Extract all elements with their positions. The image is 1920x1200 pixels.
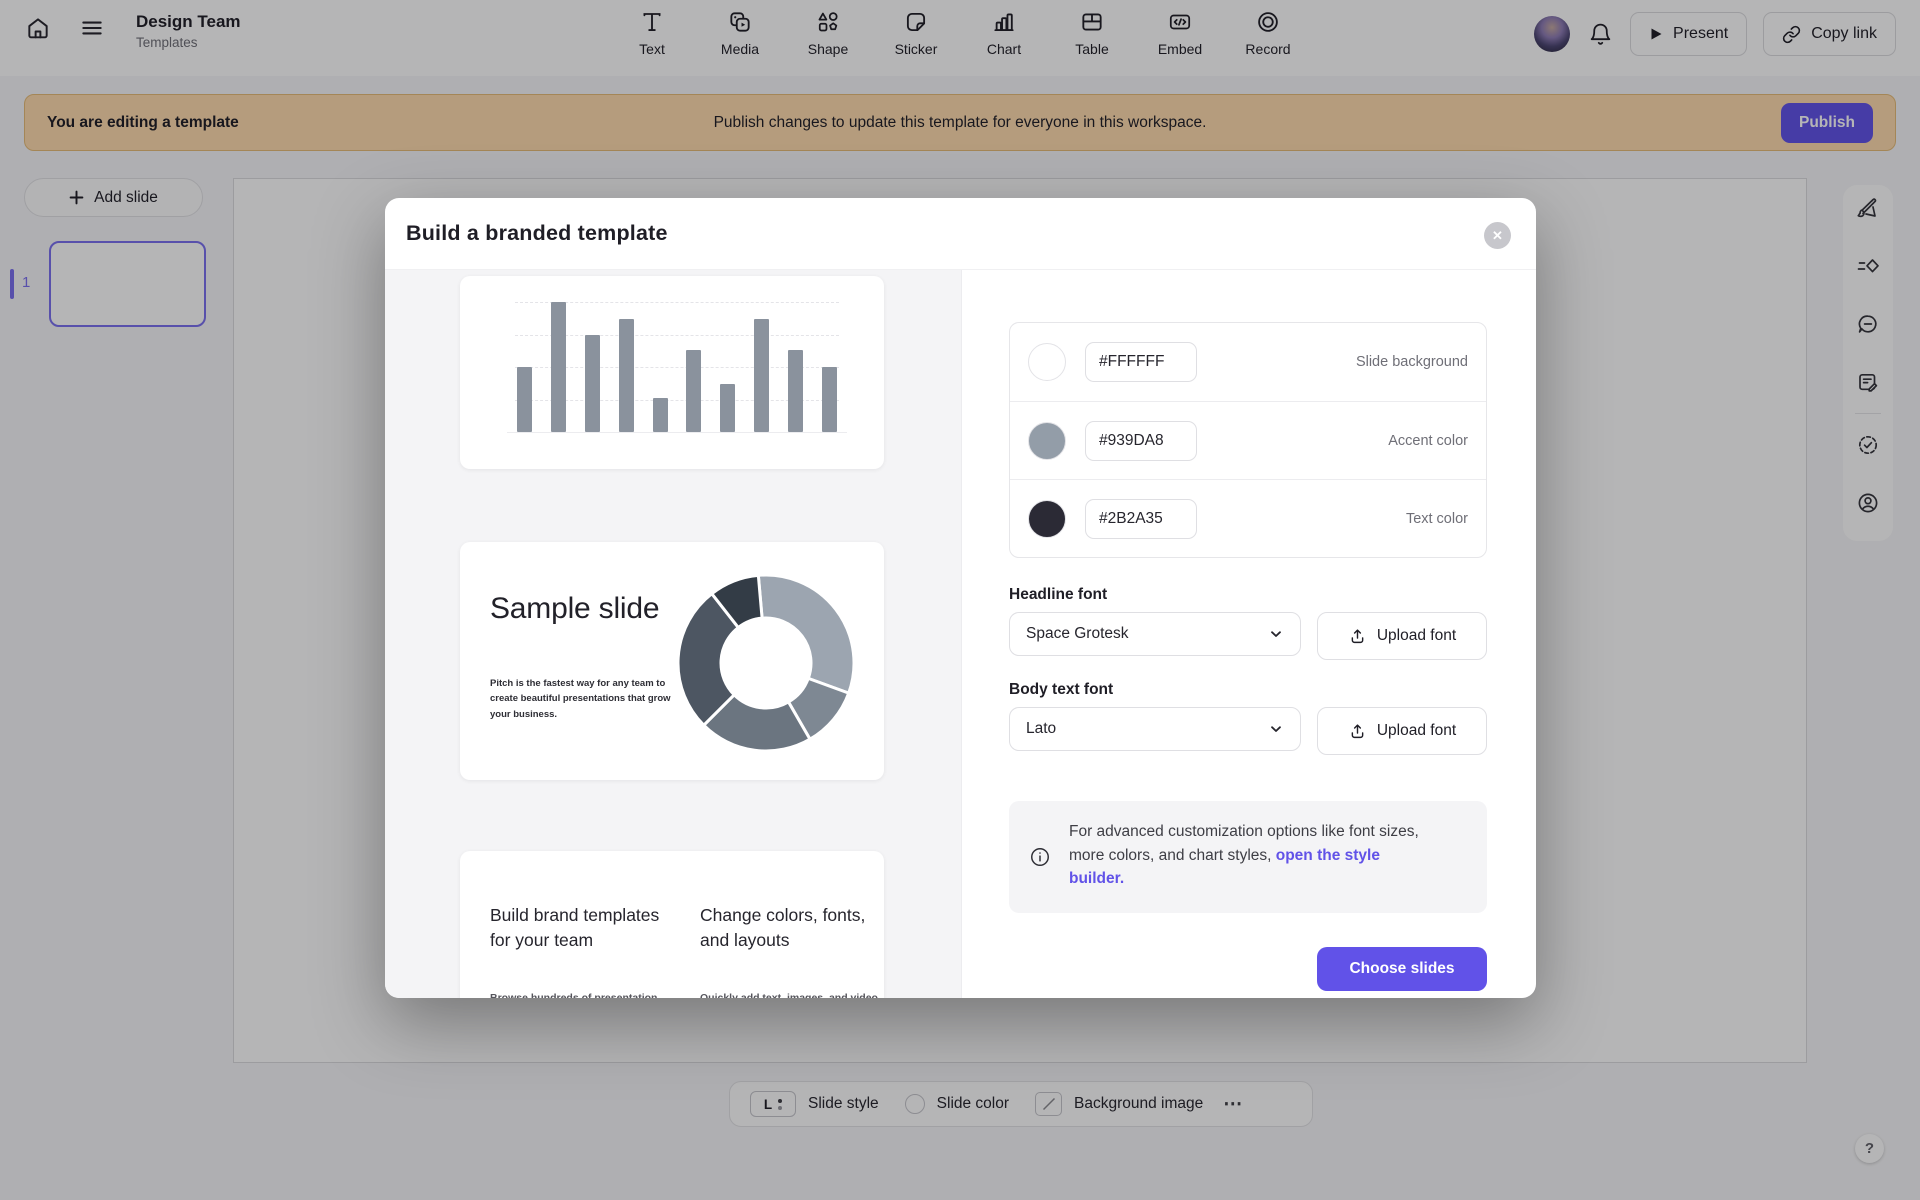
color-row-slide-background: Slide background [1010,323,1486,401]
upload-icon [1348,627,1367,646]
hex-input[interactable] [1085,342,1197,382]
info-icon [1029,846,1051,868]
hex-input[interactable] [1085,499,1197,539]
color-row-label: Text color [1406,511,1468,527]
body-font-select[interactable]: Lato [1009,707,1301,751]
upload-headline-font-button[interactable]: Upload font [1317,612,1487,660]
modal-header: Build a branded template ✕ [385,198,1536,270]
upload-icon [1348,722,1367,741]
preview-slide-text: Build brand templates for your team Chan… [460,851,884,998]
choose-slides-button[interactable]: Choose slides [1317,947,1487,991]
app-window: Design Team Templates Text Media Shape S… [0,0,1920,1200]
headline-font-label: Headline font [1009,586,1107,604]
sample-slide-body: Pitch is the fastest way for any team to… [490,676,672,722]
brand-controls-pane: Slide background Accent color Text color… [962,270,1536,998]
bar-series [515,302,839,432]
preview-slide-sample: Sample slide Pitch is the fastest way fo… [460,542,884,780]
color-row-text: Text color [1010,479,1486,557]
preview-bar-chart [515,302,839,432]
color-row-label: Accent color [1388,433,1468,449]
sample-slide-headline: Sample slide [490,592,659,626]
preview-text-right-title: Change colors, fonts, and layouts [700,903,880,952]
color-swatch[interactable] [1028,343,1066,381]
info-text: For advanced customization options like … [1069,820,1437,891]
chevron-down-icon [1268,626,1284,642]
preview-donut-chart [671,568,861,758]
preview-text-left-title: Build brand templates for your team [490,903,670,952]
color-swatch[interactable] [1028,500,1066,538]
template-preview-pane: Sample slide Pitch is the fastest way fo… [385,270,962,998]
chevron-down-icon [1268,721,1284,737]
modal-title: Build a branded template [406,221,668,246]
color-row-accent: Accent color [1010,401,1486,479]
body-font-label: Body text font [1009,681,1113,699]
build-branded-template-modal: Build a branded template ✕ Samp [385,198,1536,998]
preview-text-left-sub: Browse hundreds of presentation [490,992,675,998]
upload-body-font-button[interactable]: Upload font [1317,707,1487,755]
headline-font-select[interactable]: Space Grotesk [1009,612,1301,656]
color-swatch[interactable] [1028,422,1066,460]
advanced-customization-note: For advanced customization options like … [1009,801,1487,913]
hex-input[interactable] [1085,421,1197,461]
preview-slide-bar-chart [460,276,884,469]
preview-text-right-sub: Quickly add text, images, and video [700,992,885,998]
color-row-label: Slide background [1356,354,1468,370]
brand-colors-table: Slide background Accent color Text color [1009,322,1487,558]
close-icon[interactable]: ✕ [1484,222,1511,249]
